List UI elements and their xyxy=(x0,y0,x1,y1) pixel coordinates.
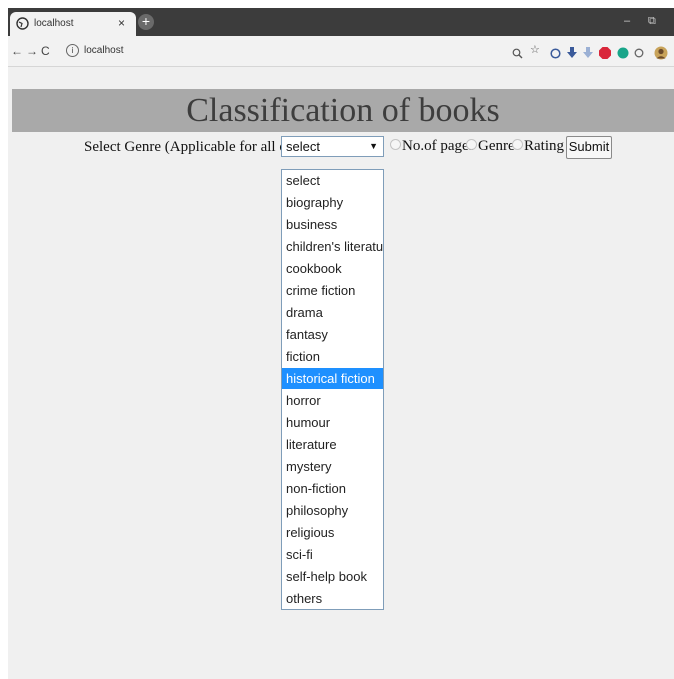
tab-title: localhost xyxy=(34,18,74,29)
genre-option[interactable]: literature xyxy=(282,434,383,455)
adblock-icon[interactable] xyxy=(599,47,611,59)
radio-pages-label: No.of pages xyxy=(402,138,475,154)
genre-option[interactable]: business xyxy=(282,214,383,235)
tab-localhost[interactable]: localhost × xyxy=(10,12,136,36)
info-icon[interactable]: i xyxy=(66,44,79,57)
grammarly-icon[interactable] xyxy=(617,47,629,59)
genre-option[interactable]: religious xyxy=(282,522,383,543)
genre-option[interactable]: philosophy xyxy=(282,500,383,521)
tab-close-button[interactable]: × xyxy=(118,16,125,30)
genre-option[interactable]: fiction xyxy=(282,346,383,367)
genre-option[interactable]: cookbook xyxy=(282,258,383,279)
genre-select[interactable]: select ▼ xyxy=(281,136,384,157)
tab-strip: localhost × + – ⧉ xyxy=(8,8,674,36)
bookmark-star-icon[interactable]: ☆ xyxy=(530,43,540,57)
new-tab-button[interactable]: + xyxy=(138,14,154,30)
reload-button[interactable]: C xyxy=(41,44,50,58)
back-button[interactable]: ← xyxy=(11,44,23,58)
genre-dropdown-list[interactable]: select biography business children's lit… xyxy=(281,169,384,610)
genre-option[interactable]: others xyxy=(282,588,383,609)
genre-option[interactable]: biography xyxy=(282,192,383,213)
radio-genre-label: Genre xyxy=(478,138,515,154)
filter-form: Select Genre (Applicable for all options… xyxy=(8,135,674,159)
genre-option[interactable]: non-fiction xyxy=(282,478,383,499)
radio-genre[interactable] xyxy=(466,139,477,150)
restore-button[interactable]: ⧉ xyxy=(648,14,656,28)
profile-avatar[interactable] xyxy=(654,46,668,60)
genre-option[interactable]: humour xyxy=(282,412,383,433)
genre-option[interactable]: sci-fi xyxy=(282,544,383,565)
submit-button[interactable]: Submit xyxy=(566,136,612,159)
genre-option[interactable]: horror xyxy=(282,390,383,411)
radio-rating-label: Rating xyxy=(524,138,564,154)
title-banner: Classification of books xyxy=(12,89,674,132)
forward-button[interactable]: → xyxy=(26,44,38,58)
genre-option[interactable]: fantasy xyxy=(282,324,383,345)
genre-option[interactable]: historical fiction xyxy=(282,368,383,389)
radio-rating[interactable] xyxy=(512,139,523,150)
genre-option[interactable]: self-help book xyxy=(282,566,383,587)
dropdown-arrow-icon: ▼ xyxy=(369,141,378,151)
download-icon[interactable] xyxy=(567,47,577,59)
genre-option[interactable]: select xyxy=(282,170,383,191)
opera-icon[interactable] xyxy=(550,48,561,59)
download-alt-icon[interactable] xyxy=(583,47,593,59)
genre-select-value: select xyxy=(286,139,320,154)
extension-ring-icon[interactable] xyxy=(634,48,644,58)
genre-option[interactable]: children's literature xyxy=(282,236,383,257)
genre-option[interactable]: crime fiction xyxy=(282,280,383,301)
minimize-button[interactable]: – xyxy=(624,14,630,28)
url-text: localhost xyxy=(84,45,124,56)
browser-window: localhost × + – ⧉ ← → C i localhost ☆ Cl… xyxy=(8,8,674,679)
radio-pages[interactable] xyxy=(390,139,401,150)
zoom-icon[interactable] xyxy=(512,48,523,59)
genre-option[interactable]: mystery xyxy=(282,456,383,477)
genre-option[interactable]: drama xyxy=(282,302,383,323)
globe-icon xyxy=(16,17,29,30)
page-title: Classification of books xyxy=(186,92,500,129)
